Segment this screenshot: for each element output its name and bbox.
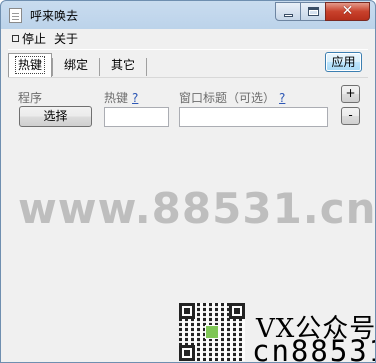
add-button[interactable]: + [341,85,360,103]
window-title-help-link[interactable]: ? [279,91,285,105]
wechat-logo-icon [205,325,219,339]
caption-buttons: ✕ [275,2,370,21]
minimize-button[interactable] [275,2,301,21]
qr-finder [179,345,195,361]
menu-item-stop-label: 停止 [22,32,47,46]
qr-finder [229,303,245,319]
app-window: 呼来唤去 ✕ 停止 关于 热键 绑定 其它 应用 程序 选择 热键 ? 窗口标题… [0,0,376,363]
qr-code-image [179,303,245,361]
tab-hotkey[interactable]: 热键 [8,53,53,77]
select-program-button[interactable]: 选择 [19,106,92,127]
tab-hotkey-label: 热键 [15,56,46,74]
tab-strip: 热键 绑定 其它 [8,53,148,77]
menu-item-about-label: 关于 [54,32,79,46]
apply-button[interactable]: 应用 [325,52,362,72]
window-title: 呼来唤去 [30,9,79,23]
app-icon [9,8,22,23]
menu-divider [8,49,368,50]
close-button[interactable]: ✕ [325,2,370,21]
minimize-icon [284,14,293,17]
maximize-icon [308,7,319,16]
window-title-input[interactable] [179,107,328,127]
tab-pane-border [8,77,368,78]
hotkey-input[interactable] [104,107,169,127]
hotkey-label: 热键 [104,91,129,105]
tab-other[interactable]: 其它 [100,55,146,77]
tab-divider [146,58,148,76]
window-title-label-group: 窗口标题（可选）? [179,89,285,106]
maximize-button[interactable] [300,2,326,21]
tab-other-label: 其它 [111,58,136,72]
window-title-label: 窗口标题（可选） [179,91,276,105]
menu-item-stop[interactable]: 停止 [8,29,50,49]
program-label: 程序 [18,91,43,105]
close-icon: ✕ [341,3,354,19]
qr-finder [179,303,195,319]
watermark-url: www.88531.cn [18,184,376,233]
watermark-site-text: cn88531 [252,334,376,363]
menu-item-about[interactable]: 关于 [50,29,82,49]
menu-bar: 停止 关于 [8,29,368,49]
hotkey-help-link[interactable]: ? [132,91,138,105]
tab-bind[interactable]: 绑定 [53,55,99,77]
title-bar[interactable]: 呼来唤去 ✕ [1,1,375,29]
checkbox-icon [12,35,19,42]
tab-bind-label: 绑定 [64,58,89,72]
hotkey-label-group: 热键? [104,89,138,106]
remove-button[interactable]: - [341,107,360,125]
client-area: 停止 关于 热键 绑定 其它 应用 程序 选择 热键? 窗口标题（可选）? + [8,29,375,362]
